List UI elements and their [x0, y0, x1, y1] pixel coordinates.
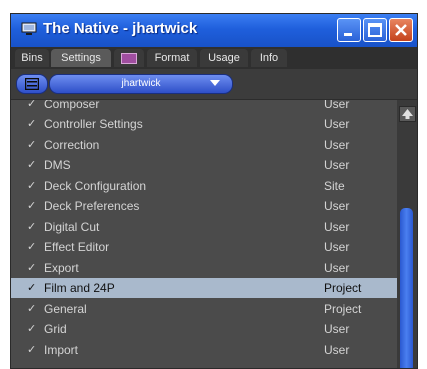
check-icon[interactable]: ✓	[27, 278, 36, 298]
tab-settings[interactable]: Settings	[51, 49, 111, 67]
check-icon[interactable]: ✓	[27, 196, 36, 216]
settings-row-import[interactable]: ✓ Import User	[11, 340, 397, 360]
tab-color[interactable]	[114, 49, 144, 67]
setting-scope: Project	[324, 302, 362, 316]
check-icon[interactable]: ✓	[27, 340, 36, 360]
setting-scope: User	[324, 158, 350, 172]
setting-scope: User	[324, 199, 350, 213]
tab-info[interactable]: Info	[251, 49, 287, 67]
setting-name: General	[44, 302, 87, 316]
fast-menu-icon	[25, 78, 39, 90]
settings-row-export[interactable]: ✓ Export User	[11, 258, 397, 278]
setting-name: Effect Editor	[44, 240, 110, 254]
maximize-icon	[368, 23, 382, 37]
close-icon	[395, 24, 407, 36]
maximize-button[interactable]	[363, 18, 387, 42]
setting-scope: User	[324, 100, 350, 111]
chevron-down-icon	[210, 80, 220, 86]
settings-list: ✓ Composer User ✓ Controller Settings Us…	[11, 100, 397, 368]
settings-row-grid[interactable]: ✓ Grid User	[11, 319, 397, 339]
settings-row-dms[interactable]: ✓ DMS User	[11, 155, 397, 175]
close-button[interactable]	[389, 18, 413, 42]
setting-scope: Project	[324, 281, 362, 295]
setting-name: Grid	[44, 322, 67, 336]
setting-name: Controller Settings	[44, 117, 143, 131]
check-icon[interactable]: ✓	[27, 319, 36, 339]
tab-format[interactable]: Format	[147, 49, 197, 67]
vertical-scrollbar[interactable]	[397, 100, 417, 368]
setting-scope: Site	[324, 179, 345, 193]
scroll-thumb[interactable]	[400, 208, 413, 368]
settings-row-controller-settings[interactable]: ✓ Controller Settings User	[11, 114, 397, 134]
setting-name: Import	[44, 343, 79, 357]
settings-row-general[interactable]: ✓ General Project	[11, 299, 397, 319]
settings-row-film-and-24p[interactable]: ✓ Film and 24P Project	[11, 278, 397, 298]
setting-name: Digital Cut	[44, 220, 100, 234]
user-select-value: jhartwick	[121, 78, 161, 89]
minimize-button[interactable]	[337, 18, 361, 42]
scroll-up-button[interactable]	[399, 106, 416, 122]
tab-label: Usage	[208, 52, 240, 64]
setting-scope: User	[324, 261, 350, 275]
fast-menu-button[interactable]	[16, 74, 48, 94]
settings-row-deck-preferences[interactable]: ✓ Deck Preferences User	[11, 196, 397, 216]
tab-label: Settings	[61, 52, 101, 64]
settings-window: The Native - jhartwick Bins Settings For…	[10, 13, 418, 369]
setting-scope: User	[324, 117, 350, 131]
settings-row-effect-editor[interactable]: ✓ Effect Editor User	[11, 237, 397, 257]
tab-label: Format	[154, 52, 190, 64]
check-icon[interactable]: ✓	[27, 237, 36, 257]
title-bar[interactable]: The Native - jhartwick	[11, 14, 417, 47]
settings-row-composer[interactable]: ✓ Composer User	[11, 100, 397, 114]
setting-scope: User	[324, 138, 350, 152]
user-select[interactable]: jhartwick	[49, 74, 233, 94]
window-title: The Native - jhartwick	[43, 20, 198, 37]
setting-name: Deck Preferences	[44, 199, 140, 213]
setting-scope: User	[324, 322, 350, 336]
monitor-icon	[21, 22, 37, 35]
check-icon[interactable]: ✓	[27, 176, 36, 196]
check-icon[interactable]: ✓	[27, 100, 36, 114]
color-swatch-icon	[121, 53, 137, 64]
setting-scope: User	[324, 220, 350, 234]
settings-row-deck-configuration[interactable]: ✓ Deck Configuration Site	[11, 176, 397, 196]
settings-row-correction[interactable]: ✓ Correction User	[11, 135, 397, 155]
setting-name: DMS	[44, 158, 71, 172]
toolbar: jhartwick	[11, 69, 417, 100]
setting-name: Composer	[44, 100, 100, 111]
check-icon[interactable]: ✓	[27, 114, 36, 134]
check-icon[interactable]: ✓	[27, 258, 36, 278]
tab-bar: Bins Settings Format Usage Info	[11, 47, 417, 69]
setting-name: Correction	[44, 138, 100, 152]
arrow-up-icon	[402, 109, 413, 119]
tab-bins[interactable]: Bins	[15, 49, 49, 67]
settings-row-digital-cut[interactable]: ✓ Digital Cut User	[11, 217, 397, 237]
tab-usage[interactable]: Usage	[200, 49, 248, 67]
setting-name: Deck Configuration	[44, 179, 147, 193]
check-icon[interactable]: ✓	[27, 299, 36, 319]
minimize-icon	[344, 33, 352, 36]
check-icon[interactable]: ✓	[27, 217, 36, 237]
setting-scope: User	[324, 240, 350, 254]
tab-label: Info	[259, 52, 279, 64]
check-icon[interactable]: ✓	[27, 135, 36, 155]
setting-name: Export	[44, 261, 79, 275]
tab-label: Bins	[21, 52, 43, 64]
check-icon[interactable]: ✓	[27, 155, 36, 175]
setting-name: Film and 24P	[44, 281, 115, 295]
setting-scope: User	[324, 343, 350, 357]
